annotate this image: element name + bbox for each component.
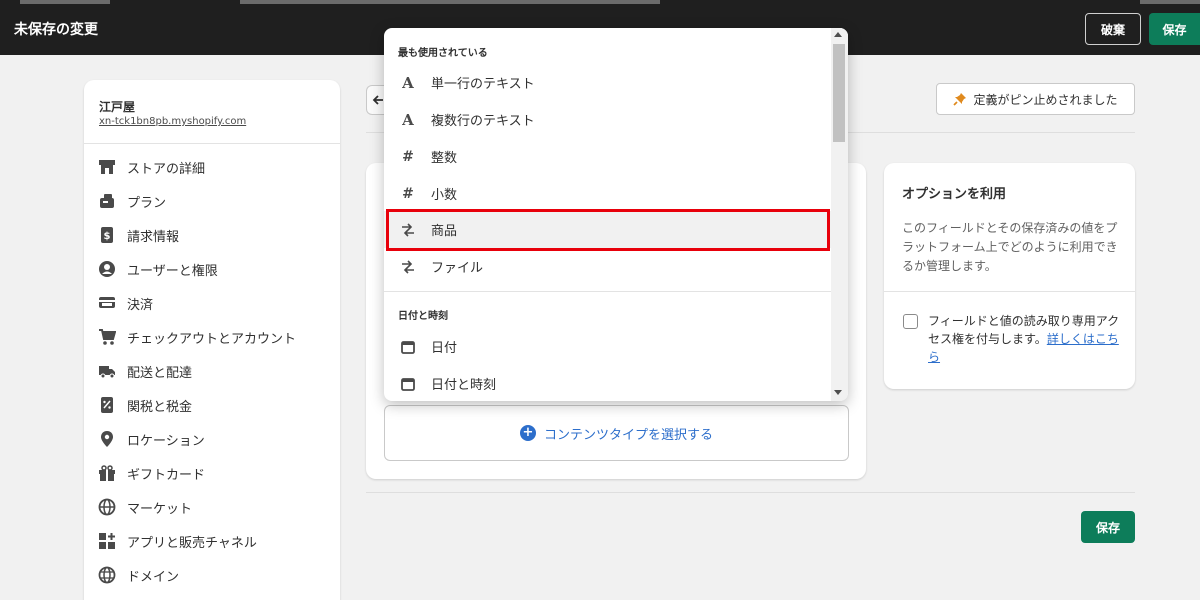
sidebar-item-label: ユーザーと権限 (127, 263, 218, 279)
scroll-up-arrow-icon[interactable] (834, 32, 842, 37)
sidebar-item-label: ストアの詳細 (127, 161, 206, 177)
apps-icon (97, 531, 117, 551)
sidebar-item-label: 決済 (127, 297, 154, 313)
tax-icon (97, 395, 117, 415)
truck-icon (97, 361, 117, 381)
pinned-status-button[interactable]: 定義がピン止めされました (936, 83, 1135, 115)
dropdown-item-label: 小数 (431, 188, 458, 203)
scrollbar-thumb[interactable] (833, 44, 845, 142)
pinned-label: 定義がピン止めされました (973, 92, 1118, 107)
dropdown-item-single-line-text[interactable]: A 単一行のテキスト (384, 64, 831, 101)
options-description: このフィールドとその保存済みの値をプラットフォーム上でどのように利用できるか管理… (902, 221, 1118, 273)
billing-icon: $ (97, 225, 117, 245)
sidebar-item-label: ギフトカード (127, 467, 206, 483)
readonly-access-checkbox[interactable] (903, 314, 918, 329)
pin-icon (953, 93, 967, 106)
dropdown-item-decimal[interactable]: # 小数 (384, 175, 831, 212)
gift-icon (97, 463, 117, 483)
sidebar-item-domains[interactable]: ドメイン (97, 563, 327, 587)
sidebar-item-apps[interactable]: アプリと販売チャネル (97, 529, 327, 553)
sidebar-item-label: チェックアウトとアカウント (127, 331, 297, 347)
dropdown-item-integer[interactable]: # 整数 (384, 138, 831, 175)
dropdown-item-label: 整数 (431, 151, 458, 166)
dropdown-item-file[interactable]: ファイル (384, 248, 831, 285)
sidebar-item-billing[interactable]: $ 請求情報 (97, 223, 327, 247)
options-card: オプションを利用 このフィールドとその保存済みの値をプラットフォーム上でどのよう… (884, 163, 1135, 389)
unsaved-changes-title: 未保存の変更 (14, 22, 98, 38)
save-button-top[interactable]: 保存 (1149, 13, 1200, 45)
arrow-left-icon (372, 91, 384, 110)
dropdown-item-label: ファイル (431, 261, 484, 276)
divider (84, 143, 340, 144)
user-icon (97, 259, 117, 279)
store-icon (97, 157, 117, 177)
dropdown-item-label: 複数行のテキスト (431, 114, 535, 129)
readonly-access-label: フィールドと値の読み取り専用アクセス権を付与します。詳しくはこちら (928, 312, 1124, 366)
dropdown-item-label: 日付と時刻 (431, 378, 497, 393)
sidebar-item-label: 請求情報 (127, 229, 180, 245)
select-content-type-button[interactable]: + コンテンツタイプを選択する (384, 405, 849, 461)
divider (366, 492, 1135, 493)
sidebar-item-gift-cards[interactable]: ギフトカード (97, 461, 327, 485)
sidebar-item-label: ドメイン (127, 569, 180, 585)
sidebar-item-plan[interactable]: プラン (97, 189, 327, 213)
store-url-link[interactable]: xn-tck1bn8pb.myshopify.com (99, 116, 246, 127)
store-name: 江戸屋 (99, 100, 136, 114)
section-title-datetime: 日付と時刻 (398, 311, 448, 322)
payment-card-icon (97, 293, 117, 313)
sidebar-item-users[interactable]: ユーザーと権限 (97, 257, 327, 281)
sidebar-item-label: プラン (127, 195, 167, 211)
dropdown-item-multi-line-text[interactable]: A 複数行のテキスト (384, 101, 831, 138)
dropdown-item-label: 単一行のテキスト (431, 77, 535, 92)
cart-icon (97, 327, 117, 347)
dropdown-item-label: 日付 (431, 341, 458, 356)
background-peek (20, 0, 110, 4)
settings-sidebar: 江戸屋 xn-tck1bn8pb.myshopify.com ストアの詳細 プラ… (84, 80, 340, 600)
calendar-icon (399, 338, 417, 356)
sidebar-item-payments[interactable]: 決済 (97, 291, 327, 315)
globe-icon (97, 497, 117, 517)
svg-text:$: $ (104, 231, 111, 242)
dropdown-item-datetime[interactable]: 日付と時刻 (384, 365, 831, 401)
sidebar-item-checkout[interactable]: チェックアウトとアカウント (97, 325, 327, 349)
divider (884, 291, 1135, 292)
reference-arrows-icon (399, 258, 417, 276)
plus-circle-icon: + (519, 425, 536, 441)
select-content-type-label: コンテンツタイプを選択する (543, 427, 713, 443)
background-peek (1140, 0, 1200, 4)
sidebar-item-markets[interactable]: マーケット (97, 495, 327, 519)
calendar-icon (399, 375, 417, 393)
sidebar-item-label: 配送と配達 (127, 365, 193, 381)
background-peek (240, 0, 660, 4)
sidebar-item-label: 関税と税金 (127, 399, 193, 415)
sidebar-item-label: ロケーション (127, 433, 205, 449)
sidebar-item-label: マーケット (127, 501, 193, 517)
location-pin-icon (97, 429, 117, 449)
options-title: オプションを利用 (902, 187, 1007, 202)
hash-icon: # (402, 185, 414, 202)
save-button-bottom[interactable]: 保存 (1081, 511, 1135, 543)
discard-button[interactable]: 破棄 (1085, 13, 1141, 45)
scroll-down-arrow-icon[interactable] (834, 390, 842, 395)
hash-icon: # (402, 148, 414, 165)
divider (384, 291, 831, 292)
sidebar-item-shipping[interactable]: 配送と配達 (97, 359, 327, 383)
sidebar-item-store-details[interactable]: ストアの詳細 (97, 155, 327, 179)
dropdown-item-date[interactable]: 日付 (384, 328, 831, 365)
plan-icon (97, 191, 117, 211)
highlight-annotation-box (386, 209, 830, 251)
text-letter-icon: A (402, 110, 414, 129)
sidebar-item-locations[interactable]: ロケーション (97, 427, 327, 451)
domain-globe-icon (97, 565, 117, 585)
text-letter-icon: A (402, 73, 414, 92)
sidebar-item-taxes[interactable]: 関税と税金 (97, 393, 327, 417)
sidebar-item-label: アプリと販売チャネル (127, 535, 257, 551)
section-title-most-used: 最も使用されている (398, 48, 488, 59)
